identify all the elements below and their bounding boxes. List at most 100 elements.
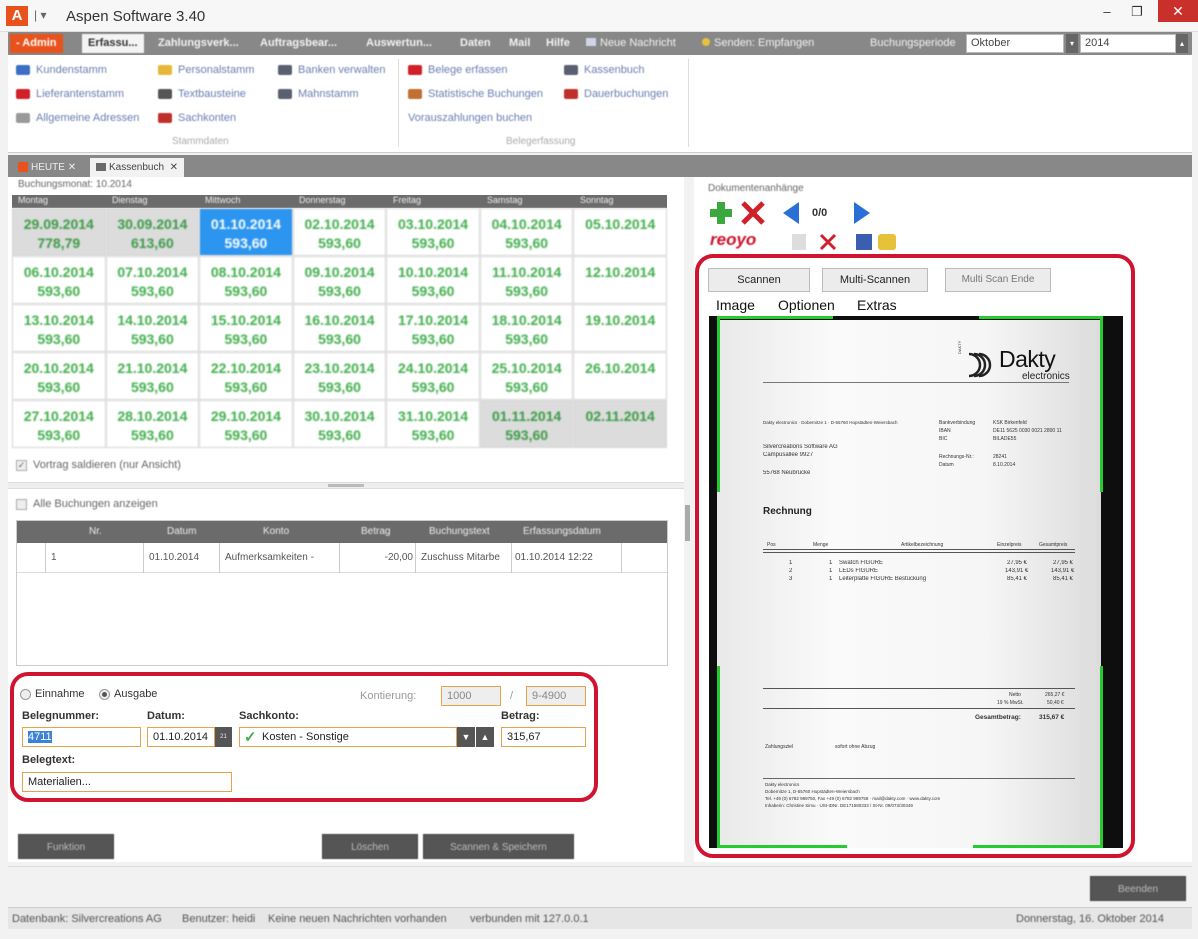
crop-marker[interactable] (1100, 666, 1103, 848)
menu-erfassung[interactable]: Erfassu... (82, 34, 144, 53)
calendar-day[interactable]: 09.10.2014 593,60 (292, 256, 387, 304)
calendar-day[interactable]: 04.10.2014 593,60 (479, 208, 574, 256)
calendar-day[interactable]: 22.10.2014 593,60 (199, 352, 293, 400)
col-erfassungsdatum[interactable]: Erfassungsdatum (523, 526, 601, 537)
alle-buchungen-checkbox[interactable]: Alle Buchungen anzeigen (16, 498, 158, 510)
menu-zahlungsverkehr[interactable]: Zahlungsverk... (152, 34, 245, 53)
calendar-day[interactable]: 02.10.2014 593,60 (292, 208, 387, 256)
menu-mail[interactable]: Mail (503, 34, 536, 53)
sachkonto-select[interactable]: ✓ Kosten - Sonstige (239, 727, 457, 747)
folder-icon[interactable] (878, 234, 896, 250)
col-konto[interactable]: Konto (263, 526, 289, 537)
ribbon-textbausteine[interactable]: Textbausteine (158, 85, 254, 103)
col-nr[interactable]: Nr. (89, 526, 102, 537)
remove-icon[interactable] (818, 232, 838, 252)
calendar-day[interactable]: 27.10.2014 593,60 (12, 400, 106, 448)
calendar-day[interactable]: 15.10.2014 593,60 (199, 304, 293, 352)
chevron-down-icon[interactable]: ▼ (457, 727, 475, 747)
period-year-input[interactable]: 2014 (1080, 34, 1176, 53)
calendar-day[interactable]: 01.10.2014 593,60 (199, 208, 293, 256)
year-spin-icon[interactable]: ▴ (1176, 34, 1188, 53)
calendar-day[interactable]: 11.10.2014 593,60 (479, 256, 574, 304)
tab-heute[interactable]: HEUTE ✕ (12, 158, 83, 177)
calendar-day[interactable]: 13.10.2014 593,60 (12, 304, 106, 352)
ribbon-belege-erfassen[interactable]: Belege erfassen (408, 61, 543, 79)
pane-splitter[interactable] (8, 482, 684, 489)
close-icon[interactable]: ✕ (170, 162, 178, 173)
add-icon[interactable] (708, 200, 734, 226)
ribbon-sachkonten[interactable]: Sachkonten (158, 109, 254, 127)
crop-marker[interactable] (717, 666, 720, 848)
document-icon[interactable] (792, 234, 806, 250)
ribbon-banken[interactable]: Banken verwalten (278, 61, 385, 79)
calendar-day[interactable]: 17.10.2014 593,60 (386, 304, 480, 352)
calendar-day[interactable]: 16.10.2014 593,60 (292, 304, 387, 352)
crop-marker[interactable] (717, 316, 720, 492)
menu-image[interactable]: Image (716, 297, 755, 313)
col-betrag[interactable]: Betrag (361, 526, 390, 537)
calendar-day[interactable]: 14.10.2014 593,60 (105, 304, 200, 352)
multi-scannen-button[interactable]: Multi-Scannen (822, 268, 928, 292)
calendar-day[interactable]: 30.10.2014 593,60 (292, 400, 387, 448)
col-buchungstext[interactable]: Buchungstext (429, 526, 490, 537)
menu-hilfe[interactable]: Hilfe (540, 34, 576, 53)
datum-input[interactable]: 01.10.2014 (147, 727, 215, 747)
vortrag-checkbox[interactable]: ✓ Vortrag saldieren (nur Ansicht) (16, 459, 181, 471)
calendar-day[interactable]: 01.11.2014 593,60 (479, 400, 574, 448)
belegnummer-input[interactable]: 4711 (22, 727, 141, 747)
menu-auftragsbearbeitung[interactable]: Auftragsbear... (254, 34, 343, 53)
minimize-button[interactable]: – (1094, 4, 1120, 22)
betrag-input[interactable]: 315,67 (501, 727, 586, 747)
calendar-day[interactable]: 08.10.2014 593,60 (199, 256, 293, 304)
next-icon[interactable] (848, 200, 874, 226)
ribbon-dauerbuchungen[interactable]: Dauerbuchungen (564, 85, 668, 103)
ribbon-kundenstamm[interactable]: Kundenstamm (16, 61, 139, 79)
calendar-day[interactable]: 25.10.2014 593,60 (479, 352, 574, 400)
scannen-speichern-button[interactable]: Scannen & Speichern (423, 834, 574, 859)
calendar-day[interactable]: 06.10.2014 593,60 (12, 256, 106, 304)
vertical-splitter-handle[interactable] (685, 505, 690, 541)
ribbon-lieferantenstamm[interactable]: Lieferantenstamm (16, 85, 139, 103)
save-icon[interactable] (856, 234, 872, 250)
calendar-day[interactable]: 02.11.2014 (573, 400, 667, 448)
crop-marker[interactable] (979, 316, 1103, 319)
tab-kassenbuch[interactable]: Kassenbuch ✕ (90, 158, 184, 177)
menu-auswertungen[interactable]: Auswertun... (360, 34, 438, 53)
calendar-day[interactable]: 31.10.2014 593,60 (386, 400, 480, 448)
restore-button[interactable]: ❐ (1124, 4, 1150, 22)
crop-marker[interactable] (717, 845, 847, 848)
period-month-select[interactable]: Oktober (966, 34, 1064, 53)
radio-einnahme[interactable]: Einnahme (20, 688, 85, 700)
ribbon-kassenbuch[interactable]: Kassenbuch (564, 61, 668, 79)
close-icon[interactable]: ✕ (68, 162, 76, 173)
previous-icon[interactable] (779, 200, 805, 226)
table-row[interactable]: 1 01.10.2014 Aufmerksamkeiten - -20,00 Z… (17, 543, 667, 573)
calendar-day[interactable]: 19.10.2014 (573, 304, 667, 352)
crop-marker[interactable] (1100, 316, 1103, 492)
loeschen-button[interactable]: Löschen (322, 834, 418, 859)
ribbon-mahnstamm[interactable]: Mahnstamm (278, 85, 385, 103)
calendar-day[interactable]: 28.10.2014 593,60 (105, 400, 200, 448)
ribbon-adressen[interactable]: Allgemeine Adressen (16, 109, 139, 127)
calendar-day[interactable]: 29.10.2014 593,60 (199, 400, 293, 448)
crop-marker[interactable] (717, 316, 833, 319)
ribbon-personalstamm[interactable]: Personalstamm (158, 61, 254, 79)
chevron-up-icon[interactable]: ▲ (476, 727, 494, 747)
ribbon-vorauszahlungen[interactable]: Vorauszahlungen buchen (408, 109, 543, 127)
col-datum[interactable]: Datum (167, 526, 196, 537)
calendar-day[interactable]: 10.10.2014 593,60 (386, 256, 480, 304)
radio-ausgabe[interactable]: Ausgabe (99, 688, 157, 700)
calendar-day[interactable]: 29.09.2014 778,79 (12, 208, 106, 256)
calendar-day[interactable]: 12.10.2014 (573, 256, 667, 304)
calendar-day[interactable]: 03.10.2014 593,60 (386, 208, 480, 256)
calendar-day[interactable]: 20.10.2014 593,60 (12, 352, 106, 400)
reoyo-logo[interactable]: reoyo (710, 230, 756, 250)
quick-access-toolbar[interactable]: | ▾ (34, 8, 46, 22)
send-receive-link[interactable]: Senden: Empfangen (696, 34, 820, 53)
menu-admin[interactable]: - Admin (10, 34, 63, 53)
calendar-day[interactable]: 26.10.2014 (573, 352, 667, 400)
calendar-day[interactable]: 24.10.2014 593,60 (386, 352, 480, 400)
multi-scan-ende-button[interactable]: Multi Scan Ende (945, 268, 1051, 292)
calendar-day[interactable]: 07.10.2014 593,60 (105, 256, 200, 304)
calendar-day[interactable]: 05.10.2014 (573, 208, 667, 256)
